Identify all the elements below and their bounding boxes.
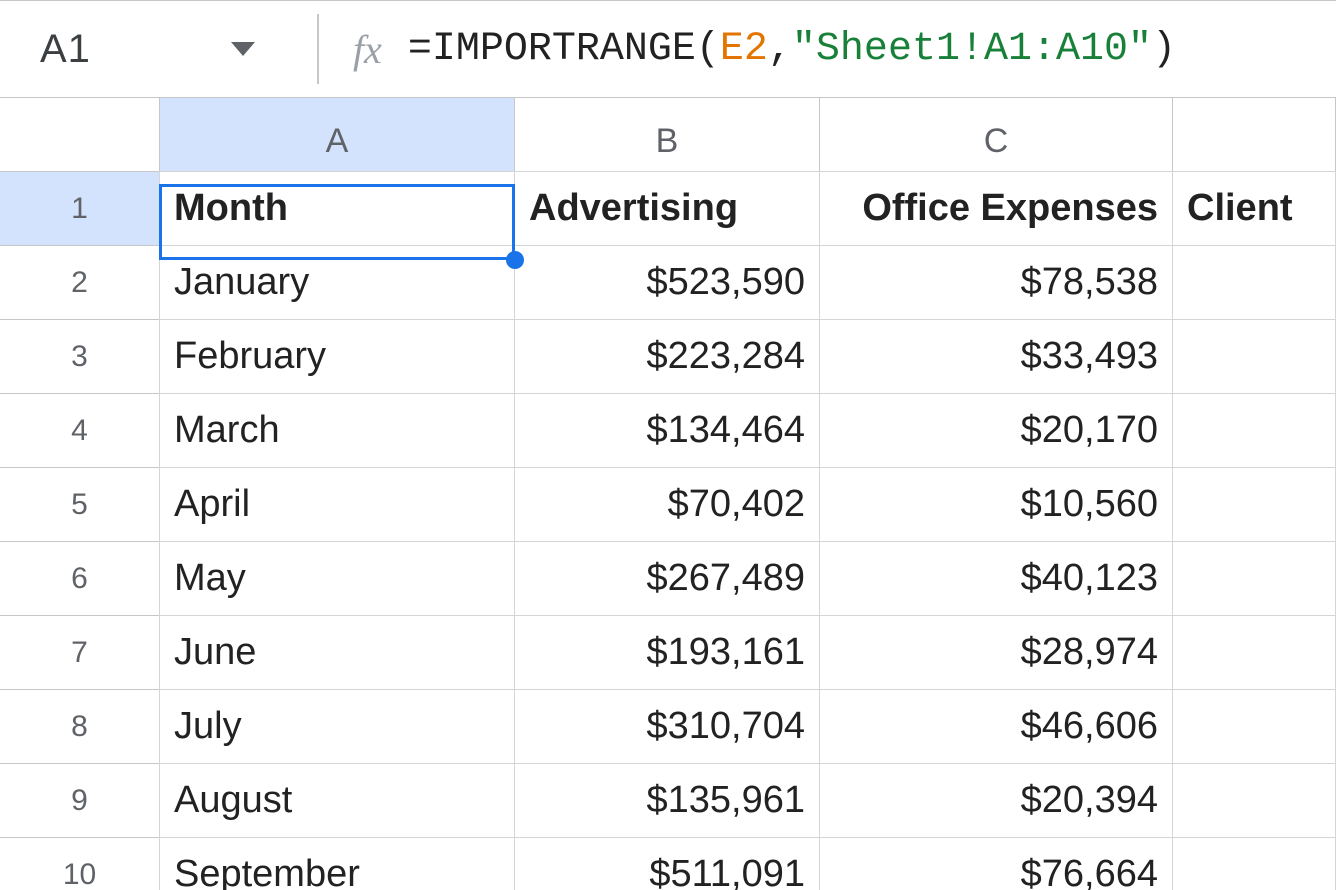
cell-a6[interactable]: May: [159, 541, 515, 616]
cell-b10[interactable]: $511,091: [514, 837, 820, 890]
cell-c6[interactable]: $40,123: [819, 541, 1173, 616]
row-header-5[interactable]: 5: [0, 467, 160, 542]
cell-d2[interactable]: [1172, 245, 1336, 320]
fill-handle[interactable]: [506, 251, 524, 269]
cell-b8[interactable]: $310,704: [514, 689, 820, 764]
cell-d5[interactable]: [1172, 467, 1336, 542]
cell-c4[interactable]: $20,170: [819, 393, 1173, 468]
cell-d4[interactable]: [1172, 393, 1336, 468]
cell-a4[interactable]: March: [159, 393, 515, 468]
row-header-8[interactable]: 8: [0, 689, 160, 764]
cell-a8[interactable]: July: [159, 689, 515, 764]
row-header-10[interactable]: 10: [0, 837, 160, 890]
formula-comma: ,: [768, 27, 792, 72]
cell-b5[interactable]: $70,402: [514, 467, 820, 542]
row-header-6[interactable]: 6: [0, 541, 160, 616]
cell-b7[interactable]: $193,161: [514, 615, 820, 690]
cell-b9[interactable]: $135,961: [514, 763, 820, 838]
cell-b4[interactable]: $134,464: [514, 393, 820, 468]
formula-input[interactable]: =IMPORTRANGE(E2,"Sheet1!A1:A10"): [408, 27, 1176, 72]
name-box[interactable]: A1: [40, 27, 91, 72]
cell-c7[interactable]: $28,974: [819, 615, 1173, 690]
row-header-3[interactable]: 3: [0, 319, 160, 394]
divider: [317, 14, 319, 84]
cell-b6[interactable]: $267,489: [514, 541, 820, 616]
formula-open: (: [696, 27, 720, 72]
fx-icon[interactable]: fx: [353, 26, 382, 73]
cell-b1[interactable]: Advertising: [514, 171, 820, 246]
formula-close: ): [1152, 27, 1176, 72]
cell-d6[interactable]: [1172, 541, 1336, 616]
formula-arg1: E2: [720, 27, 768, 72]
cell-d7[interactable]: [1172, 615, 1336, 690]
cell-c5[interactable]: $10,560: [819, 467, 1173, 542]
cell-a7[interactable]: June: [159, 615, 515, 690]
chevron-down-icon[interactable]: [231, 42, 255, 56]
cell-b3[interactable]: $223,284: [514, 319, 820, 394]
cell-a1[interactable]: Month: [159, 171, 515, 246]
cell-b2[interactable]: $523,590: [514, 245, 820, 320]
cell-a5[interactable]: April: [159, 467, 515, 542]
cell-d8[interactable]: [1172, 689, 1336, 764]
formula-prefix: =: [408, 27, 432, 72]
formula-arg2: "Sheet1!A1:A10": [792, 27, 1152, 72]
cell-d1[interactable]: Client: [1172, 171, 1336, 246]
cell-d9[interactable]: [1172, 763, 1336, 838]
row-header-4[interactable]: 4: [0, 393, 160, 468]
cell-d3[interactable]: [1172, 319, 1336, 394]
formula-bar: A1 fx =IMPORTRANGE(E2,"Sheet1!A1:A10"): [0, 0, 1336, 98]
cell-c2[interactable]: $78,538: [819, 245, 1173, 320]
cell-a9[interactable]: August: [159, 763, 515, 838]
cell-c9[interactable]: $20,394: [819, 763, 1173, 838]
row-header-7[interactable]: 7: [0, 615, 160, 690]
cell-a3[interactable]: February: [159, 319, 515, 394]
cell-c3[interactable]: $33,493: [819, 319, 1173, 394]
cell-c10[interactable]: $76,664: [819, 837, 1173, 890]
row-header-2[interactable]: 2: [0, 245, 160, 320]
cell-c8[interactable]: $46,606: [819, 689, 1173, 764]
row-header-1[interactable]: 1: [0, 171, 160, 246]
row-header-9[interactable]: 9: [0, 763, 160, 838]
cell-a10[interactable]: September: [159, 837, 515, 890]
cell-a2[interactable]: January: [159, 245, 515, 320]
spreadsheet-grid[interactable]: A B C 1 Month Advertising Office Expense…: [0, 98, 1336, 890]
formula-func: IMPORTRANGE: [432, 27, 696, 72]
cell-d10[interactable]: [1172, 837, 1336, 890]
cell-c1[interactable]: Office Expenses: [819, 171, 1173, 246]
